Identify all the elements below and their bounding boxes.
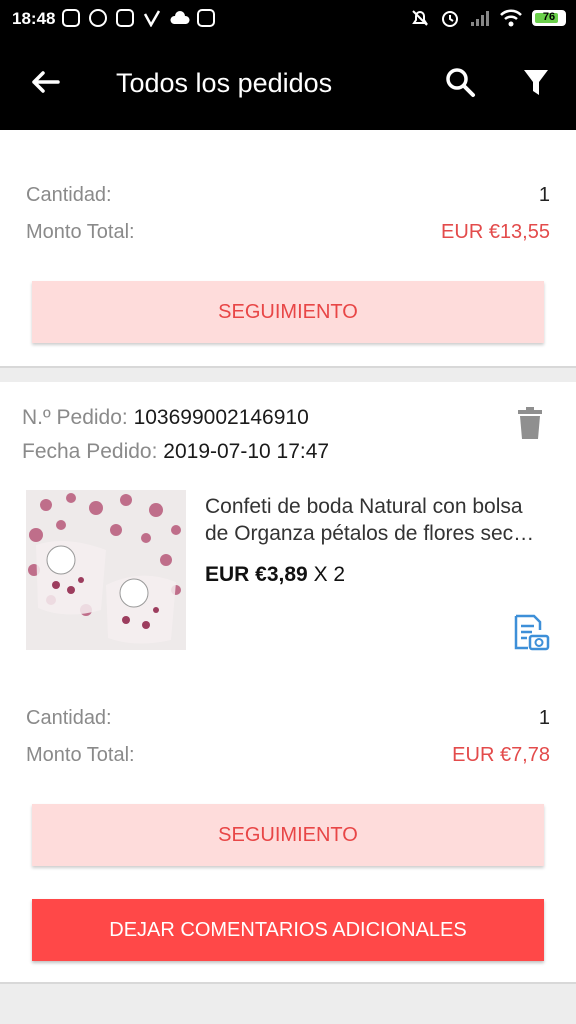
battery-icon: 76	[532, 10, 566, 26]
total-label: Monto Total:	[26, 221, 135, 243]
order-number: N.º Pedido: 103699002146910	[22, 406, 309, 430]
order-card: Cantidad: 1 Monto Total: EUR €13,55 SEGU…	[0, 130, 576, 368]
order-number-label: N.º Pedido:	[22, 406, 128, 429]
tracking-button[interactable]: SEGUIMIENTO	[32, 804, 544, 866]
product-unit-price: EUR €3,89	[205, 563, 308, 586]
total-label: Monto Total:	[26, 744, 135, 766]
mute-icon	[412, 10, 428, 26]
order-date-label: Fecha Pedido:	[22, 440, 158, 463]
search-icon[interactable]	[442, 64, 478, 100]
filter-icon[interactable]	[518, 64, 554, 100]
status-bar: 18:48 76	[0, 0, 576, 38]
battery-level: 76	[542, 11, 556, 23]
total-value: EUR €13,55	[441, 221, 550, 243]
product-name[interactable]: Confeti de boda Natural con bolsa de Org…	[205, 493, 550, 547]
alarm-icon	[442, 11, 458, 27]
trash-icon[interactable]	[516, 406, 544, 440]
status-time: 18:48	[12, 9, 56, 28]
vimeo-icon	[143, 9, 161, 28]
instagram-icon	[116, 9, 134, 27]
order-number-value: 103699002146910	[133, 406, 309, 429]
product-image[interactable]	[26, 490, 186, 650]
instagram-icon	[62, 9, 80, 27]
back-arrow-icon[interactable]	[28, 64, 64, 100]
total-value: EUR €7,78	[452, 744, 550, 766]
system-icons: 76	[410, 8, 566, 28]
total-row: Monto Total: EUR €7,78	[26, 744, 550, 767]
quantity-row: Cantidad: 1	[26, 184, 550, 207]
app-bar: Todos los pedidos	[0, 38, 576, 130]
order-date: Fecha Pedido: 2019-07-10 17:47	[22, 440, 329, 464]
product-qty: X 2	[307, 563, 346, 586]
tracking-button[interactable]: SEGUIMIENTO	[32, 281, 544, 343]
signal-icon	[471, 11, 489, 26]
notification-icons	[62, 9, 215, 28]
quantity-value: 1	[538, 707, 550, 729]
quantity-value: 1	[538, 184, 550, 206]
total-row: Monto Total: EUR €13,55	[26, 221, 550, 244]
quantity-label: Cantidad:	[26, 707, 112, 729]
leave-feedback-button[interactable]: DEJAR COMENTARIOS ADICIONALES	[32, 899, 544, 961]
page-title: Todos los pedidos	[116, 68, 333, 98]
order-card: N.º Pedido: 103699002146910 Fecha Pedido…	[0, 382, 576, 984]
photo-document-icon[interactable]	[512, 614, 550, 652]
quantity-label: Cantidad:	[26, 184, 112, 206]
cloud-icon	[170, 9, 190, 27]
product-price: EUR €3,89 X 2	[205, 563, 345, 587]
order-date-value: 2019-07-10 17:47	[163, 440, 330, 463]
quantity-row: Cantidad: 1	[26, 707, 550, 730]
wifi-icon	[500, 9, 522, 27]
instagram-icon	[197, 9, 215, 27]
whatsapp-icon	[89, 9, 107, 27]
